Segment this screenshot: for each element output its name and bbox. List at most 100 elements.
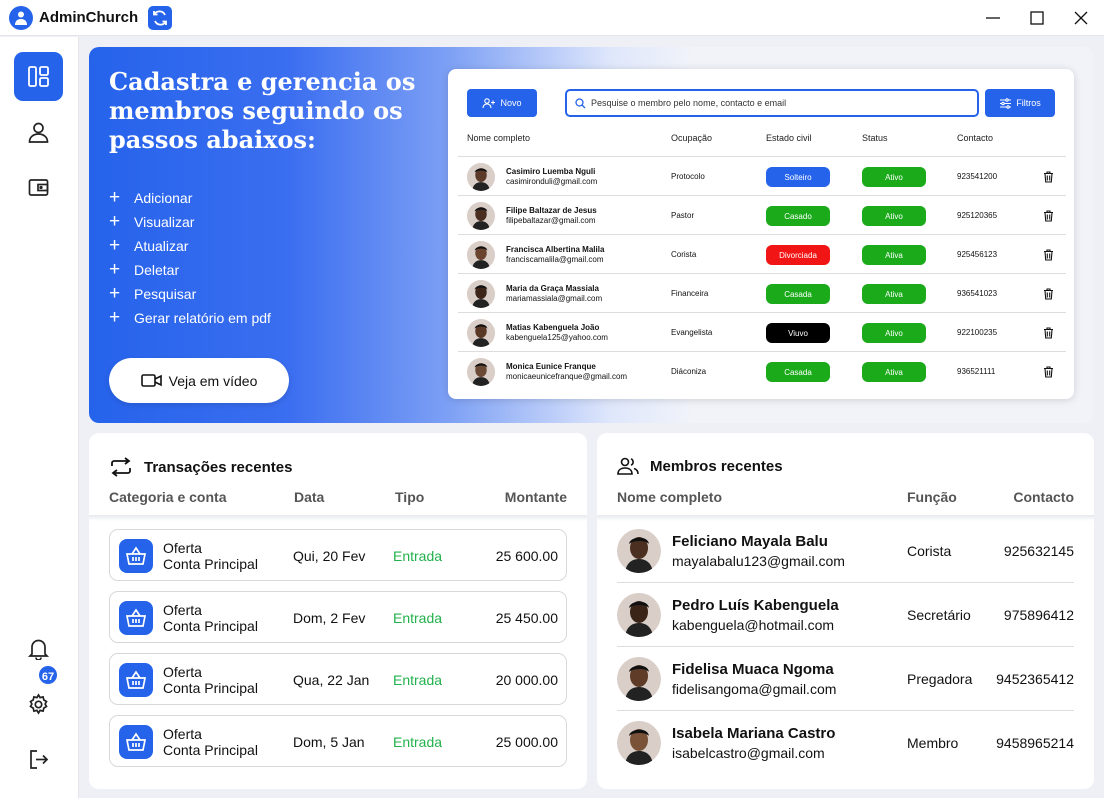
hero-title: Cadastra e gerencia os membros seguindo … (109, 67, 416, 154)
col-header-role: Função (907, 489, 957, 505)
step-item: + Atualizar (109, 235, 189, 256)
gear-icon (29, 693, 48, 715)
member-occupation: Pastor (671, 211, 695, 220)
civil-status-badge: Casado (766, 206, 830, 226)
filter-button[interactable]: Filtros (985, 89, 1055, 117)
list-item[interactable]: Fidelisa Muaca Ngoma fidelisangoma@gmail.… (617, 647, 1074, 711)
category-label: Oferta (163, 664, 202, 680)
sidebar-item-wallet[interactable] (14, 163, 63, 212)
sidebar-item-members[interactable] (14, 108, 63, 157)
member-role: Secretário (907, 607, 971, 623)
sidebar-item-dashboard[interactable] (14, 52, 63, 101)
member-role: Membro (907, 735, 959, 751)
col-header-date: Data (294, 489, 325, 505)
transaction-row[interactable]: Oferta Conta Principal Dom, 5 Jan Entrada 25… (109, 715, 567, 767)
list-item[interactable]: Isabela Mariana Castro isabelcastro@gmail… (617, 711, 1074, 775)
member-name: Feliciano Mayala Balu (672, 533, 828, 550)
member-email: casimironduli@gmail.com (506, 177, 598, 186)
col-header-name: Nome completo (617, 489, 723, 505)
member-occupation: Evangelista (671, 328, 713, 337)
transaction-row[interactable]: Oferta Conta Principal Qui, 20 Fev Entrada 2… (109, 529, 567, 581)
card-title: Transações recentes (109, 457, 292, 477)
member-name: Isabela Mariana Castro (672, 725, 836, 742)
member-contact: 925632145 (1003, 543, 1074, 559)
member-name: Matias Kabenguela João (506, 323, 600, 332)
member-role: Pregadora (907, 671, 973, 687)
app-logo-icon (9, 6, 33, 30)
transaction-amount: 25 450.00 (495, 610, 558, 626)
civil-status-badge: Casada (766, 284, 830, 304)
category-account: Oferta Conta Principal (163, 540, 258, 572)
add-user-icon (482, 97, 496, 108)
transaction-date: Dom, 2 Fev (293, 610, 366, 626)
category-label: Oferta (163, 540, 202, 556)
transfer-icon (111, 457, 131, 477)
member-email: isabelcastro@gmail.com (672, 745, 825, 761)
transaction-amount: 25 000.00 (495, 734, 558, 750)
basket-icon (119, 663, 153, 697)
trash-icon[interactable] (1043, 365, 1054, 383)
category-account: Oferta Conta Principal (163, 726, 258, 758)
account-label: Conta Principal (163, 742, 258, 758)
member-occupation: Financeira (671, 289, 709, 298)
table-row: Maria da Graça Massiala mariamassiala@gma… (458, 274, 1066, 313)
member-name: Fidelisa Muaca Ngoma (672, 661, 834, 678)
avatar (467, 319, 495, 347)
logout-icon (30, 750, 49, 769)
account-label: Conta Principal (163, 556, 258, 572)
avatar (617, 721, 661, 765)
trash-icon[interactable] (1043, 209, 1054, 227)
watch-video-button[interactable]: Veja em vídeo (109, 358, 289, 403)
plus-icon: + (109, 283, 121, 304)
close-button[interactable] (1058, 0, 1104, 36)
list-item[interactable]: Feliciano Mayala Balu mayalabalu123@gmail… (617, 519, 1074, 583)
sync-icon[interactable] (148, 6, 172, 30)
member-occupation: Corista (671, 250, 697, 259)
member-email: filipebaltazar@gmail.com (506, 216, 596, 225)
users-icon (617, 457, 639, 475)
transaction-type: Entrada (393, 734, 443, 750)
notifications-button[interactable] (14, 624, 63, 673)
transaction-amount: 25 600.00 (495, 548, 558, 564)
new-member-button[interactable]: Novo (467, 89, 537, 117)
logout-button[interactable] (14, 735, 63, 784)
members-title: Membros recentes (650, 457, 783, 475)
transaction-date: Dom, 5 Jan (293, 734, 365, 750)
hero-banner: Cadastra e gerencia os membros seguindo … (89, 47, 1094, 423)
member-email: franciscamalila@gmail.com (506, 255, 604, 264)
transaction-row[interactable]: Oferta Conta Principal Qua, 22 Jan Entrada 2… (109, 653, 567, 705)
member-contact: 9458965214 (996, 735, 1074, 751)
video-icon (140, 374, 162, 387)
recent-transactions-card: Transações recentes Categoria e conta Da… (89, 433, 587, 789)
member-search-input[interactable]: Pesquise o membro pelo nome, contacto e … (565, 89, 979, 117)
col-header-category: Categoria e conta (109, 489, 227, 505)
member-role: Corista (907, 543, 952, 559)
status-badge: Ativa (862, 284, 926, 304)
minimize-button[interactable] (970, 0, 1016, 36)
trash-icon[interactable] (1043, 287, 1054, 305)
member-email: fidelisangoma@gmail.com (672, 681, 837, 697)
col-header-type: Tipo (395, 489, 425, 505)
civil-status-badge: Viuvo (766, 323, 830, 343)
member-contact: 923541200 (957, 172, 998, 181)
plus-icon: + (109, 187, 121, 208)
wallet-icon (28, 179, 49, 196)
member-name: Pedro Luís Kabenguela (672, 597, 839, 614)
transaction-row[interactable]: Oferta Conta Principal Dom, 2 Fev Entrada 25… (109, 591, 567, 643)
trash-icon[interactable] (1043, 326, 1054, 344)
settings-button[interactable] (14, 680, 63, 729)
table-row: Matias Kabenguela João kabenguela125@yaho… (458, 313, 1066, 352)
step-item: + Gerar relatório em pdf (109, 307, 271, 328)
maximize-button[interactable] (1014, 0, 1060, 36)
avatar (467, 280, 495, 308)
transactions-title: Transações recentes (144, 458, 293, 476)
member-name: Maria da Graça Massiala (506, 284, 599, 293)
member-email: kabenguela125@yahoo.com (506, 333, 608, 342)
basket-icon (119, 601, 153, 635)
bell-icon (27, 639, 50, 660)
trash-icon[interactable] (1043, 248, 1054, 266)
list-item[interactable]: Pedro Luís Kabenguela kabenguela@hotmail.… (617, 583, 1074, 647)
dashboard-icon (28, 66, 49, 87)
trash-icon[interactable] (1043, 170, 1054, 188)
step-item: + Adicionar (109, 187, 193, 208)
